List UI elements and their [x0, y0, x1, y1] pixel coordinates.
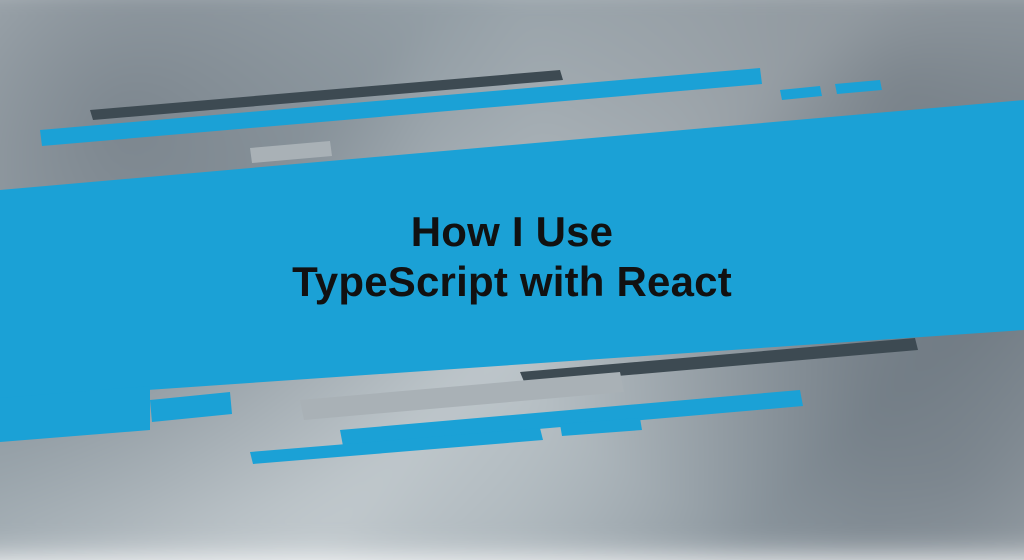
banner-title: How I Use TypeScript with React: [292, 207, 732, 308]
title-container: How I Use TypeScript with React: [0, 0, 1024, 526]
title-line-2: TypeScript with React: [292, 258, 732, 305]
title-line-1: How I Use: [411, 208, 614, 255]
